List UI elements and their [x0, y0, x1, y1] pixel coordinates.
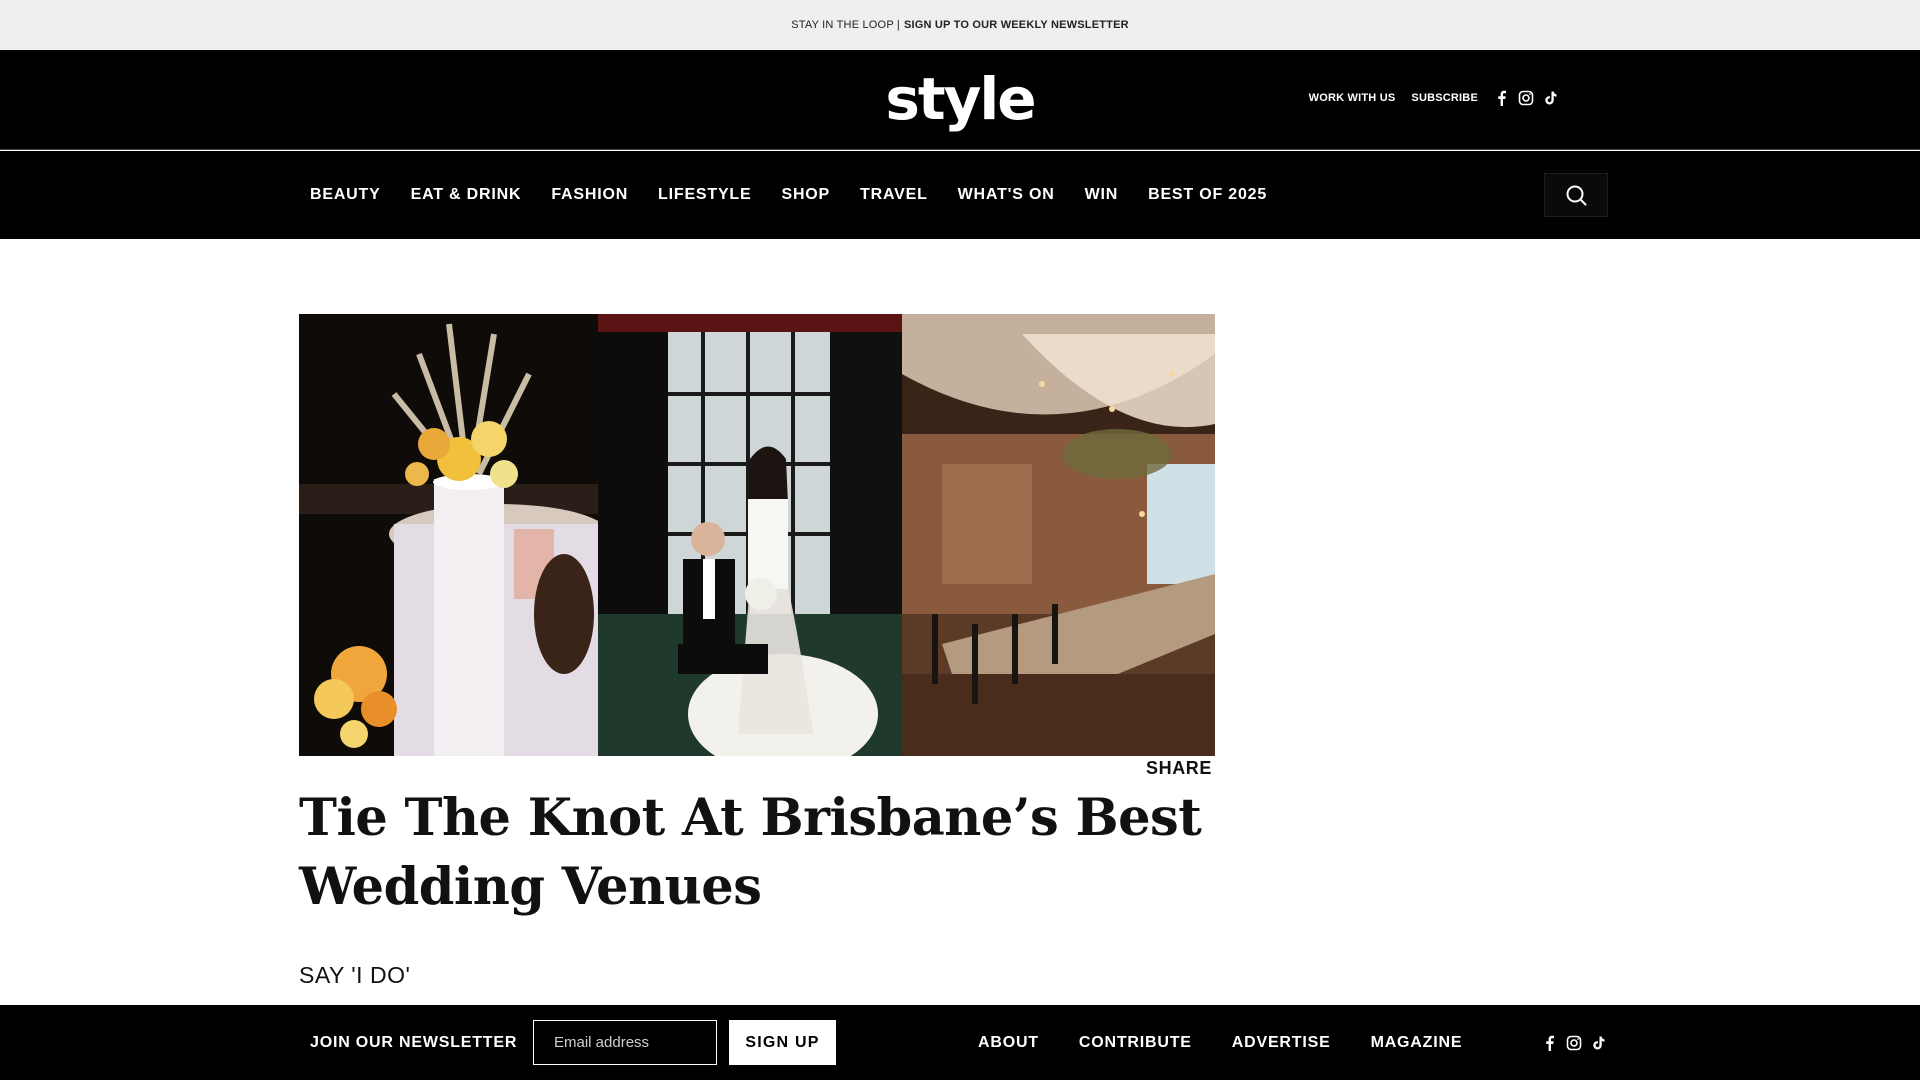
work-with-us-link[interactable]: WORK WITH US: [1309, 92, 1396, 104]
facebook-icon[interactable]: [1494, 90, 1510, 106]
article-subtitle: SAY 'I DO': [299, 962, 411, 988]
nav-item-eat-drink[interactable]: EAT & DRINK: [411, 186, 522, 204]
nav-item-lifestyle[interactable]: LIFESTYLE: [658, 186, 751, 204]
nav-items: BEAUTY EAT & DRINK FASHION LIFESTYLE SHO…: [310, 151, 1297, 239]
nav-item-shop[interactable]: SHOP: [781, 186, 830, 204]
footer-link-contribute[interactable]: CONTRIBUTE: [1079, 1034, 1192, 1052]
site-logo[interactable]: style: [0, 64, 1920, 134]
email-input[interactable]: [533, 1020, 717, 1065]
tiktok-icon[interactable]: [1590, 1035, 1606, 1051]
nav-item-whats-on[interactable]: WHAT'S ON: [958, 186, 1055, 204]
nav-item-win[interactable]: WIN: [1085, 186, 1119, 204]
header-social-icons: [1494, 90, 1558, 106]
newsletter-label: JOIN OUR NEWSLETTER: [310, 1033, 518, 1051]
subscribe-link[interactable]: SUBSCRIBE: [1411, 92, 1478, 104]
nav-item-beauty[interactable]: BEAUTY: [310, 186, 381, 204]
search-icon: [1566, 185, 1587, 206]
footer-social-icons: [1542, 1035, 1606, 1051]
announcement-bar: STAY IN THE LOOP | SIGN UP TO OUR WEEKLY…: [0, 0, 1920, 50]
tiktok-icon[interactable]: [1542, 90, 1558, 106]
article-title: Tie The Knot At Brisbane’s Best Wedding …: [299, 788, 1202, 917]
article-hero-image: [299, 314, 1215, 756]
footer-link-about[interactable]: ABOUT: [978, 1034, 1039, 1052]
site-header: style WORK WITH US SUBSCRIBE: [0, 50, 1920, 150]
hero-panel-reception-hall: [902, 314, 1215, 756]
hero-panel-couple: [598, 314, 902, 756]
sign-up-button[interactable]: SIGN UP: [729, 1020, 836, 1065]
nav-item-fashion[interactable]: FASHION: [551, 186, 628, 204]
facebook-icon[interactable]: [1542, 1035, 1558, 1051]
hero-panel-floral-table: [299, 314, 598, 756]
nav-item-best-of-2025[interactable]: BEST OF 2025: [1148, 186, 1267, 204]
footer-link-advertise[interactable]: ADVERTISE: [1232, 1034, 1331, 1052]
share-button[interactable]: SHARE: [1146, 758, 1212, 779]
newsletter-signup-link[interactable]: SIGN UP TO OUR WEEKLY NEWSLETTER: [904, 19, 1129, 31]
search-button[interactable]: [1544, 173, 1608, 217]
main-navigation: BEAUTY EAT & DRINK FASHION LIFESTYLE SHO…: [0, 151, 1920, 239]
announcement-text: STAY IN THE LOOP |: [791, 19, 900, 31]
header-utility-links: WORK WITH US SUBSCRIBE: [1309, 90, 1558, 106]
nav-item-travel[interactable]: TRAVEL: [860, 186, 928, 204]
instagram-icon[interactable]: [1518, 90, 1534, 106]
sticky-footer-bar: JOIN OUR NEWSLETTER SIGN UP ABOUT CONTRI…: [0, 1005, 1920, 1080]
instagram-icon[interactable]: [1566, 1035, 1582, 1051]
footer-links: ABOUT CONTRIBUTE ADVERTISE MAGAZINE: [978, 1005, 1502, 1080]
footer-link-magazine[interactable]: MAGAZINE: [1371, 1034, 1463, 1052]
